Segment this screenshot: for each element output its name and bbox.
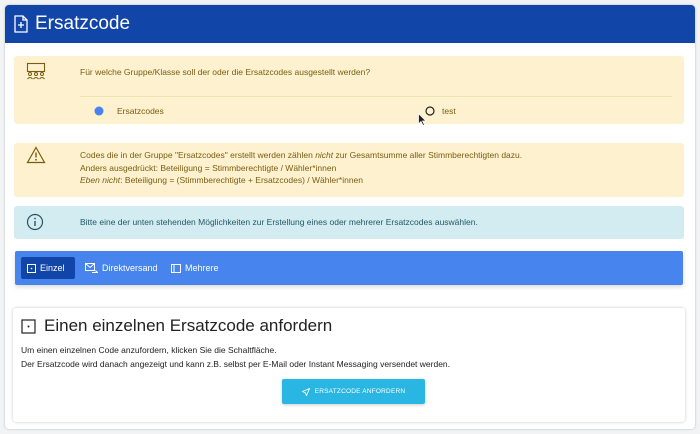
tab-mehrere[interactable]: Mehrere bbox=[165, 257, 225, 279]
radio-option-ersatzcodes[interactable]: Ersatzcodes bbox=[94, 106, 164, 116]
radio-label: test bbox=[442, 106, 456, 116]
warning-line-1: Codes die in der Gruppe "Ersatzcodes" er… bbox=[80, 150, 523, 160]
tab-label: Mehrere bbox=[185, 263, 219, 273]
send-mail-icon bbox=[85, 263, 98, 273]
people-group-icon bbox=[26, 62, 46, 80]
tab-direktversand[interactable]: Direktversand bbox=[79, 257, 164, 279]
info-text: Bitte eine der unten stehenden Möglichke… bbox=[80, 217, 478, 227]
file-plus-icon bbox=[14, 15, 28, 33]
warning-panel: Codes die in der Gruppe "Ersatzcodes" er… bbox=[14, 143, 684, 197]
square-dot-icon bbox=[21, 318, 36, 334]
info-panel: Bitte eine der unten stehenden Möglichke… bbox=[14, 206, 684, 239]
single-code-section: Einen einzelnen Ersatzcode anfordern Um … bbox=[13, 308, 685, 422]
square-icon bbox=[27, 263, 36, 273]
tab-label: Einzel bbox=[40, 263, 65, 273]
mouse-cursor-icon bbox=[418, 113, 427, 126]
page-title: Ersatzcode bbox=[35, 13, 131, 34]
send-icon bbox=[301, 387, 310, 396]
button-label: ERSATZCODE ANFORDERN bbox=[314, 388, 406, 395]
section-title: Einen einzelnen Ersatzcode anfordern bbox=[21, 316, 332, 336]
section-description-1: Um einen einzelnen Code anzufordern, kli… bbox=[21, 345, 277, 355]
page-header: Ersatzcode bbox=[5, 5, 695, 43]
warning-line-3: Eben nicht: Beteiligung = (Stimmberechti… bbox=[80, 175, 364, 185]
section-description-2: Der Ersatzcode wird danach angezeigt und… bbox=[21, 359, 451, 369]
warning-triangle-icon bbox=[26, 146, 46, 164]
radio-label: Ersatzcodes bbox=[117, 106, 164, 116]
request-code-button[interactable]: ERSATZCODE ANFORDERN bbox=[282, 379, 425, 404]
tab-bar: Einzel Direktversand Mehrere bbox=[15, 251, 683, 285]
stack-icon bbox=[171, 263, 181, 273]
ersatzcode-card: Ersatzcode Für welche Gruppe/Klasse soll… bbox=[5, 5, 695, 429]
info-circle-icon bbox=[26, 213, 44, 231]
divider bbox=[80, 96, 672, 97]
warning-text: Codes die in der Gruppe "Ersatzcodes" er… bbox=[80, 149, 522, 187]
radio-selected-icon bbox=[94, 106, 104, 116]
tab-einzel[interactable]: Einzel bbox=[21, 257, 75, 279]
warning-line-2: Anders ausgedrückt: Beteiligung = Stimmb… bbox=[80, 162, 337, 173]
tab-label: Direktversand bbox=[102, 263, 158, 273]
group-question: Für welche Gruppe/Klasse soll der oder d… bbox=[80, 67, 371, 77]
radio-option-test[interactable]: test bbox=[425, 106, 456, 116]
